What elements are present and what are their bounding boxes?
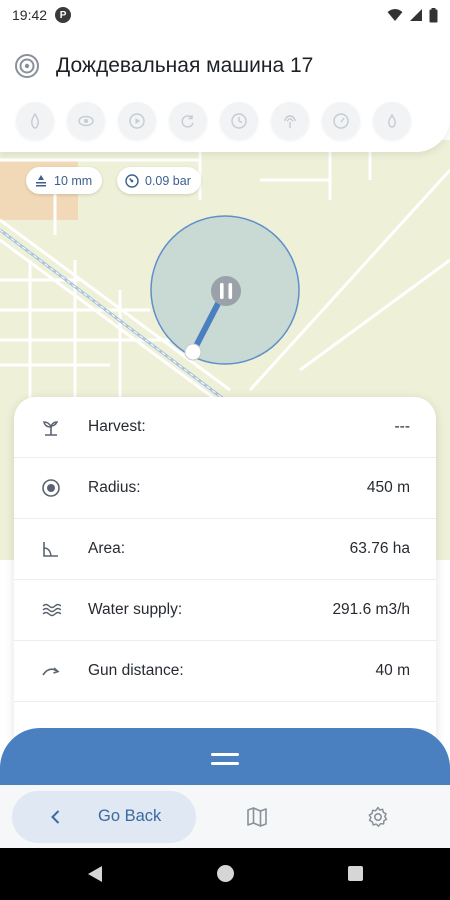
schedule-button[interactable] — [220, 102, 258, 140]
map-icon[interactable] — [245, 805, 269, 829]
rainfall-chip[interactable]: 10 mm — [26, 167, 103, 194]
arc-arrow-icon — [40, 660, 62, 682]
gauge-icon — [333, 113, 349, 129]
go-back-label: Go Back — [98, 807, 162, 825]
radius-icon — [40, 477, 62, 499]
drop-button[interactable] — [16, 102, 54, 140]
status-bar: 19:42 P — [0, 0, 450, 30]
area-icon — [40, 538, 62, 560]
gun-distance-value: 40 m — [375, 662, 410, 679]
signal-button[interactable] — [271, 102, 309, 140]
drag-handle-icon — [211, 753, 239, 765]
pressure-gauge-icon — [125, 173, 139, 188]
pivot-end-marker[interactable] — [184, 343, 202, 361]
gauge-button[interactable] — [322, 102, 360, 140]
rainfall-value: 10 mm — [54, 173, 93, 188]
play-icon — [129, 113, 145, 129]
bottom-navigation: Go Back — [0, 785, 450, 848]
info-row-area: Area: 63.76 ha — [14, 519, 436, 580]
title-row: Дождевальная машина 17 — [0, 30, 450, 102]
info-row-water-supply: Water supply: 291.6 m3/h — [14, 580, 436, 641]
machine-info-card: Harvest: --- Radius: 450 m Area: 63.76 h… — [14, 397, 436, 757]
pause-icon[interactable] — [211, 276, 241, 306]
waves-icon — [40, 599, 62, 621]
refresh-button[interactable] — [169, 102, 207, 140]
pressure-value: 0.09 bar — [145, 173, 191, 188]
info-row-harvest: Harvest: --- — [14, 397, 436, 458]
water-button[interactable] — [373, 102, 411, 140]
battery-icon — [429, 7, 438, 22]
pressure-chip[interactable]: 0.09 bar — [117, 167, 201, 194]
harvest-label: Harvest: — [88, 418, 146, 435]
drop-icon — [31, 112, 39, 129]
harvest-value: --- — [394, 418, 411, 435]
app-notification-icon: P — [55, 7, 72, 23]
water-supply-label: Water supply: — [88, 601, 183, 618]
radius-label: Radius: — [88, 479, 141, 496]
gear-icon[interactable] — [366, 805, 390, 829]
signal-icon — [410, 9, 422, 21]
radius-value: 450 m — [366, 479, 410, 496]
system-back-icon[interactable] — [87, 865, 103, 883]
go-back-button[interactable]: Go Back — [12, 790, 196, 843]
action-toolbar — [0, 102, 450, 140]
sprout-icon — [40, 416, 62, 438]
bottom-sheet-handle[interactable] — [0, 728, 450, 790]
refresh-icon — [181, 115, 194, 128]
info-row-radius: Radius: 450 m — [14, 458, 436, 519]
info-row-gun-distance: Gun distance: 40 m — [14, 641, 436, 702]
wifi-icon — [387, 9, 403, 21]
water-supply-value: 291.6 m3/h — [332, 601, 410, 618]
play-button[interactable] — [118, 102, 156, 140]
antenna-icon — [284, 115, 296, 128]
system-recents-icon[interactable] — [348, 866, 363, 881]
irrigation-icon — [15, 54, 39, 78]
page-title: Дождевальная машина 17 — [56, 54, 314, 77]
view-button[interactable] — [67, 102, 105, 140]
area-label: Area: — [88, 540, 126, 557]
system-home-icon[interactable] — [217, 865, 234, 882]
gun-distance-label: Gun distance: — [88, 662, 184, 679]
status-icons — [387, 7, 438, 23]
system-navigation-bar — [0, 848, 450, 900]
water-drop-icon — [388, 113, 396, 128]
eye-icon — [78, 115, 94, 127]
status-time: 19:42 — [12, 7, 48, 23]
app-header: Дождевальная машина 17 — [0, 30, 450, 152]
area-value: 63.76 ha — [349, 540, 410, 557]
clock-icon — [231, 113, 247, 129]
rainfall-icon — [36, 174, 46, 186]
chevron-left-icon — [51, 809, 60, 824]
